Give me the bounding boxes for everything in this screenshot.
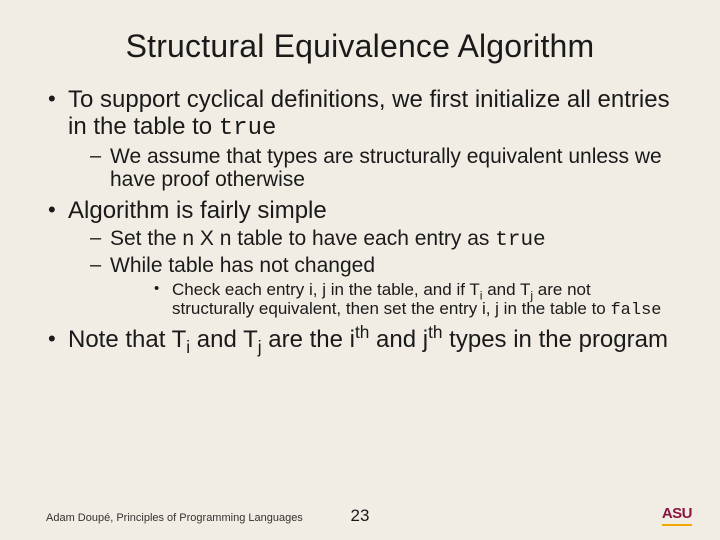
asu-logo-underline — [662, 524, 692, 526]
slide-title: Structural Equivalence Algorithm — [46, 28, 674, 65]
bullet-2-sub-2: While table has not changed Check each e… — [68, 254, 674, 321]
bullet-list: To support cyclical definitions, we firs… — [46, 87, 674, 354]
bullet-3: Note that Ti and Tj are the ith and jth … — [46, 327, 674, 354]
asu-logo-text: ASU — [662, 505, 692, 522]
seg-a: Check each entry i, j in the table, and … — [172, 280, 480, 299]
bullet-2-text: Algorithm is fairly simple — [68, 197, 327, 224]
b3-c: are the i — [262, 326, 355, 353]
asu-logo: ASU — [662, 505, 692, 526]
code-false: false — [610, 301, 661, 320]
b3-d: and j — [369, 326, 428, 353]
code-true-2: true — [495, 229, 545, 252]
code-true-1: true — [219, 115, 277, 142]
sup-th-2: th — [428, 322, 442, 342]
page-number: 23 — [0, 506, 720, 526]
bullet-2-sublist: Set the n X n table to have each entry a… — [68, 227, 674, 321]
bullet-1-sub-1: We assume that types are structurally eq… — [68, 145, 674, 192]
bullet-2-sub-1-text: Set the n X n table to have each entry a… — [110, 227, 495, 250]
seg-b: and T — [482, 280, 530, 299]
sup-th-1: th — [355, 322, 369, 342]
slide: Structural Equivalence Algorithm To supp… — [0, 0, 720, 540]
bullet-2: Algorithm is fairly simple Set the n X n… — [46, 198, 674, 321]
bullet-1-sublist: We assume that types are structurally eq… — [68, 145, 674, 192]
bullet-2-sub-2-sub-1: Check each entry i, j in the table, and … — [110, 280, 674, 321]
bullet-2-sub-1: Set the n X n table to have each entry a… — [68, 227, 674, 253]
bullet-2-sub-2-text: While table has not changed — [110, 254, 375, 277]
b3-a: Note that T — [68, 326, 186, 353]
bullet-2-sub-2-sublist: Check each entry i, j in the table, and … — [110, 280, 674, 321]
b3-b: and T — [190, 326, 258, 353]
b3-e: types in the program — [443, 326, 668, 353]
bullet-1-text: To support cyclical definitions, we firs… — [68, 86, 670, 140]
bullet-1: To support cyclical definitions, we firs… — [46, 87, 674, 192]
